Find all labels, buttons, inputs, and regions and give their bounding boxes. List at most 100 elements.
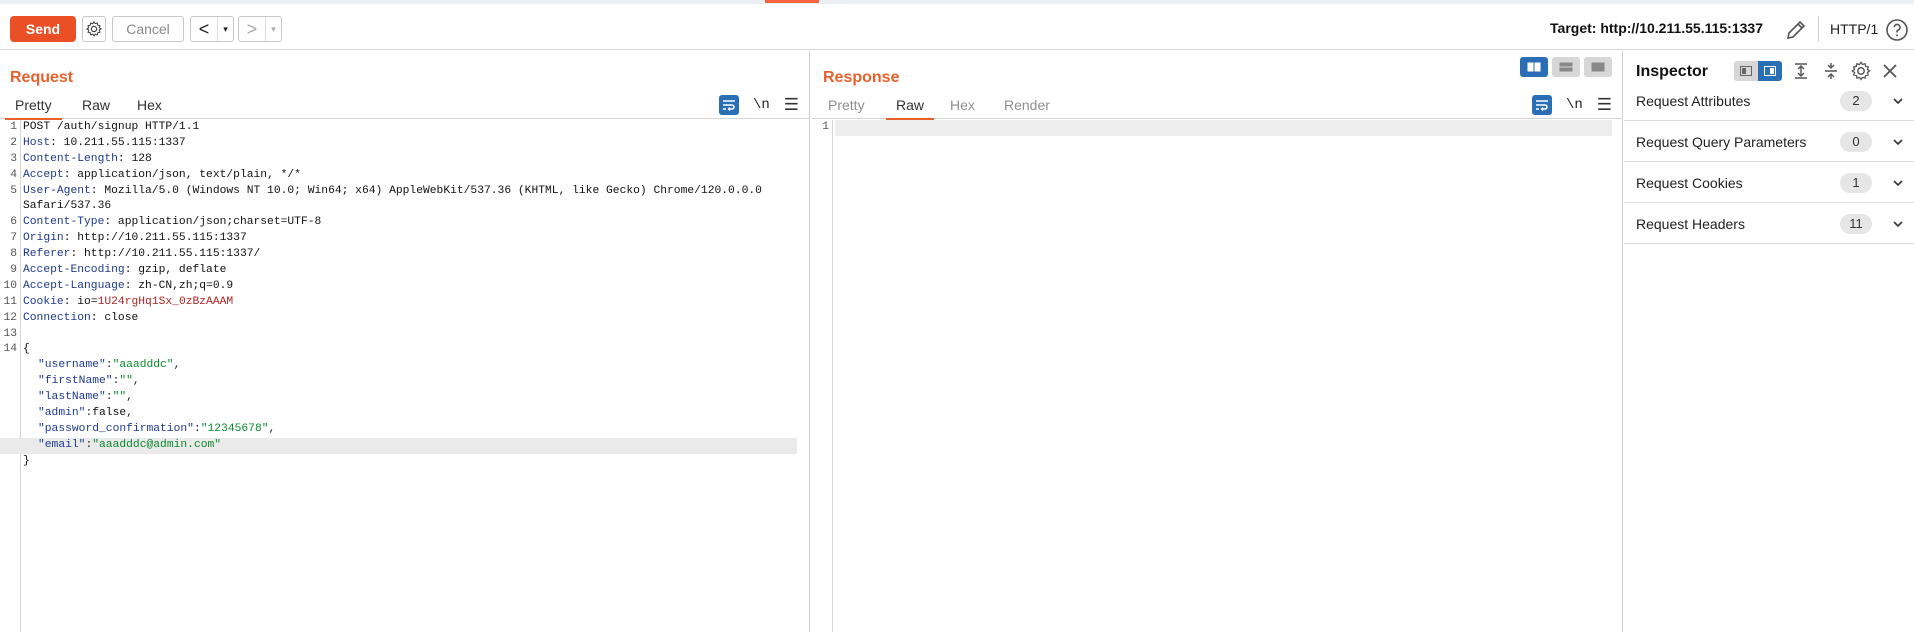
request-line: POST /auth/signup HTTP/1.1 (23, 121, 200, 133)
header-value: : gzip, deflate (124, 264, 227, 277)
response-code[interactable]: 1 (812, 120, 1622, 136)
word-wrap-icon[interactable] (1531, 95, 1552, 115)
header-name: Accept (23, 168, 64, 181)
response-editor[interactable]: 1 (812, 120, 1622, 632)
json-open-brace: { (23, 343, 30, 356)
count-badge: 1 (1840, 173, 1872, 193)
code-line: "lastName":"", (38, 391, 133, 404)
json-value: "" (112, 391, 127, 404)
layout-panel-button[interactable] (1758, 61, 1782, 81)
request-code[interactable]: 1 POST /auth/signup HTTP/1.1 2 Host: 10.21… (0, 120, 809, 470)
code-line: 3 Content-Length: 128 (10, 152, 152, 165)
section-request-cookies[interactable]: Request Cookies 1 (1624, 163, 1914, 203)
edit-target-icon[interactable] (1784, 18, 1808, 42)
cancel-button[interactable]: Cancel (112, 16, 184, 42)
http-version-selector[interactable]: HTTP/1 (1830, 21, 1878, 37)
layout-side-by-side-button[interactable] (1520, 57, 1548, 77)
header-value-wrap: Safari/537.36 (23, 200, 112, 213)
chevron-down-icon (1893, 98, 1903, 105)
code-line: 1 (822, 121, 829, 133)
back-arrow-icon: < (198, 19, 210, 39)
show-newlines-toggle[interactable]: \n (1566, 97, 1583, 113)
expand-all-icon[interactable] (1790, 60, 1812, 82)
tab-raw[interactable]: Raw (82, 97, 110, 113)
forward-button[interactable]: > ▾ (238, 16, 282, 42)
code-line: 10 Accept-Language: zh-CN,zh;q=0.9 (3, 279, 234, 292)
chevron-down-icon[interactable]: ▾ (265, 17, 281, 41)
code-line: "password_confirmation":"12345678", (38, 422, 276, 435)
code-line: 11 Cookie: io=1U24rgHq1Sx_0zBzAAAM (3, 295, 234, 308)
header-value: : http://10.211.55.115:1337 (63, 232, 247, 245)
inspector-toolbar (1734, 60, 1900, 82)
json-key: "admin" (38, 407, 86, 420)
request-panel: Request Pretty Raw Hex \n ☰ 1 POST /auth/… (0, 51, 810, 632)
section-label: Request Headers (1636, 216, 1745, 232)
json-key: "username" (38, 359, 106, 372)
section-label: Request Attributes (1636, 93, 1751, 109)
request-editor[interactable]: 1 POST /auth/signup HTTP/1.1 2 Host: 10.21… (0, 120, 809, 632)
code-line: 2 Host: 10.211.55.115:1337 (10, 136, 186, 149)
section-label: Request Cookies (1636, 175, 1743, 191)
back-button[interactable]: < ▾ (190, 16, 234, 42)
json-value: "12345678" (200, 422, 269, 435)
gear-icon (85, 20, 102, 37)
inspector-layout-toggle (1734, 61, 1782, 81)
code-line: Safari/537.36 (0, 199, 809, 215)
section-request-query-parameters[interactable]: Request Query Parameters 0 (1624, 122, 1914, 162)
json-value: "" (119, 375, 133, 388)
response-title: Response (823, 69, 900, 86)
inspector-title: Inspector (1636, 63, 1709, 80)
request-title: Request (10, 69, 74, 86)
help-icon[interactable] (1885, 18, 1909, 42)
json-value: false (92, 407, 127, 420)
header-name: Accept-Encoding (23, 264, 125, 277)
word-wrap-icon[interactable] (718, 95, 739, 115)
header-name: Content-Type (23, 216, 105, 229)
code-line: 1 POST /auth/signup HTTP/1.1 (0, 120, 809, 136)
layout-stacked-button[interactable] (1552, 57, 1580, 77)
show-newlines-toggle[interactable]: \n (753, 97, 770, 113)
code-line: 8 Referer: http://10.211.55.115:1337/ (10, 248, 261, 261)
menu-icon[interactable]: ☰ (784, 95, 799, 115)
menu-icon[interactable]: ☰ (1597, 95, 1612, 115)
chevron-down-icon (1893, 139, 1903, 146)
header-name: User-Agent (23, 184, 91, 197)
tab-pretty[interactable]: Pretty (828, 97, 865, 113)
header-name: Referer (23, 248, 71, 261)
tab-hex[interactable]: Hex (137, 97, 162, 113)
json-key: "lastName" (38, 391, 106, 404)
forward-arrow-icon: > (246, 19, 258, 39)
json-value: "aaadddc@admin.com" (92, 438, 222, 451)
response-panel: Response Pretty Raw Hex Render \n ☰ 1 (812, 51, 1623, 632)
send-button[interactable]: Send (10, 16, 76, 42)
layout-list-button[interactable] (1734, 61, 1758, 81)
header-value: : 10.211.55.115:1337 (50, 136, 186, 149)
chevron-down-icon[interactable]: ▾ (217, 17, 233, 41)
tab-render[interactable]: Render (1004, 97, 1050, 113)
header-value: : application/json, text/plain, */* (63, 168, 301, 181)
layout-tabs-button[interactable] (1584, 57, 1612, 77)
json-close-brace: } (23, 454, 30, 467)
section-request-attributes[interactable]: Request Attributes 2 (1624, 81, 1914, 121)
settings-button[interactable] (82, 16, 106, 42)
tab-hex[interactable]: Hex (950, 97, 975, 113)
section-request-headers[interactable]: Request Headers 11 (1624, 204, 1914, 244)
header-value: : close (90, 311, 139, 324)
inspector-panel: Inspector Request Attributes 2 Request Q… (1624, 51, 1914, 632)
code-line: 12 Connection: close (3, 311, 139, 324)
tab-raw[interactable]: Raw (885, 97, 935, 120)
code-line: 4 Accept: application/json, text/plain, *… (10, 168, 301, 181)
header-name: Host (23, 136, 51, 149)
request-tabs: Pretty Raw Hex \n ☰ (0, 93, 809, 120)
count-badge: 11 (1840, 214, 1872, 234)
active-tab-indicator (765, 0, 819, 3)
header-name: Accept-Language (23, 279, 125, 292)
code-line: 14{ (0, 342, 809, 358)
header-value: : io= (63, 295, 98, 308)
header-value: : zh-CN,zh;q=0.9 (124, 279, 234, 292)
tab-pretty[interactable]: Pretty (5, 97, 62, 120)
gear-icon[interactable] (1850, 60, 1872, 82)
collapse-all-icon[interactable] (1820, 60, 1842, 82)
layout-toggle-group (1520, 57, 1612, 77)
close-icon[interactable] (1880, 61, 1900, 81)
